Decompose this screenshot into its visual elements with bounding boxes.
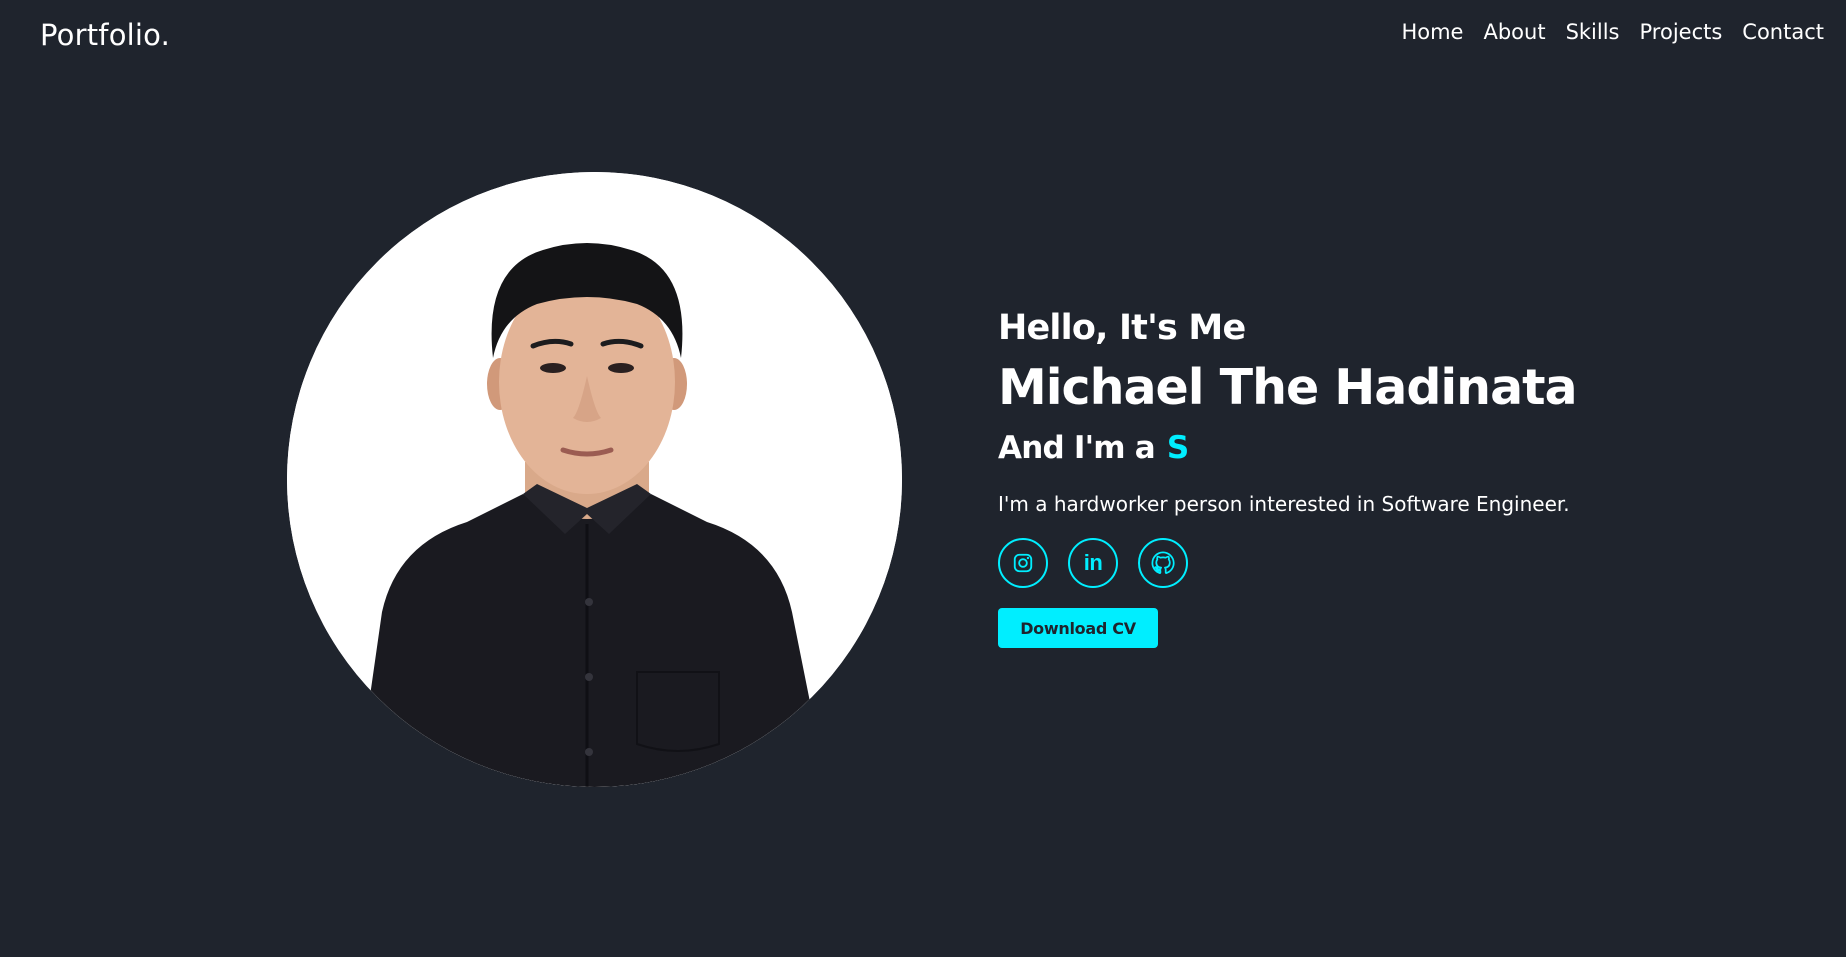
site-header: Portfolio. Home About Skills Projects Co…	[0, 0, 1846, 72]
linkedin-icon: in	[1083, 550, 1103, 575]
download-cv-button[interactable]: Download CV	[998, 608, 1158, 648]
profile-photo	[287, 172, 902, 787]
instagram-icon	[1013, 553, 1033, 573]
github-icon	[1151, 551, 1175, 574]
instagram-link[interactable]	[998, 538, 1048, 588]
nav-link-contact[interactable]: Contact	[1742, 20, 1824, 44]
site-logo[interactable]: Portfolio.	[40, 18, 170, 52]
nav-link-skills[interactable]: Skills	[1566, 20, 1620, 44]
hero-role-line: And I'm a S	[998, 426, 1758, 470]
hero-name: Michael The Hadinata	[998, 359, 1578, 416]
hero-role-prefix: And I'm a	[998, 430, 1156, 466]
hero-content: Hello, It's Me Michael The Hadinata And …	[998, 304, 1758, 648]
social-links: in	[998, 538, 1758, 588]
hero-role-typed: S	[1166, 430, 1189, 466]
profile-portrait-illustration	[287, 172, 902, 787]
hero-greeting: Hello, It's Me	[998, 308, 1246, 348]
nav-link-about[interactable]: About	[1483, 20, 1545, 44]
github-link[interactable]	[1138, 538, 1188, 588]
nav-link-home[interactable]: Home	[1401, 20, 1463, 44]
main-nav: Home About Skills Projects Contact	[1401, 20, 1824, 44]
hero-description: I'm a hardworker person interested in So…	[998, 492, 1570, 516]
linkedin-link[interactable]: in	[1068, 538, 1118, 588]
nav-link-projects[interactable]: Projects	[1640, 20, 1723, 44]
